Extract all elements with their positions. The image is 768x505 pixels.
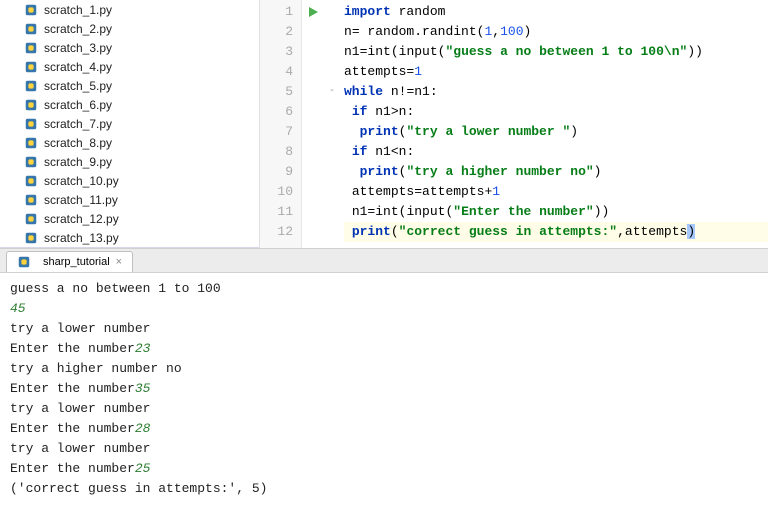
file-item[interactable]: scratch_11.py [0,190,259,209]
code-line[interactable]: import random [344,2,768,22]
console-line: 45 [10,299,758,319]
python-file-icon [24,155,38,169]
code-line[interactable]: print("try a higher number no") [344,162,768,182]
code-line[interactable]: n= random.randint(1,100) [344,22,768,42]
python-file-icon [24,231,38,245]
fold-toggle [324,62,340,82]
file-label: scratch_6.py [44,98,112,112]
file-item[interactable]: scratch_13.py [0,228,259,247]
python-file-icon [24,136,38,150]
console-tab[interactable]: sharp_tutorial × [6,251,133,272]
python-file-icon [24,41,38,55]
code-editor[interactable]: 123456789101112 - import randomn= random… [260,0,768,248]
file-label: scratch_12.py [44,212,119,226]
file-item[interactable]: scratch_2.py [0,19,259,38]
code-line[interactable]: attempts=attempts+1 [344,182,768,202]
console-line: Enter the number35 [10,379,758,399]
close-icon[interactable]: × [116,256,122,268]
fold-gutter[interactable]: - [324,0,340,248]
code-line[interactable]: n1=int(input("guess a no between 1 to 10… [344,42,768,62]
file-label: scratch_9.py [44,155,112,169]
run-gutter[interactable] [302,0,324,248]
console-line: try a lower number [10,439,758,459]
file-item[interactable]: scratch_4.py [0,57,259,76]
console-line: Enter the number25 [10,459,758,479]
python-file-icon [24,98,38,112]
console-line: try a lower number [10,399,758,419]
file-item[interactable]: scratch_1.py [0,0,259,19]
file-label: scratch_4.py [44,60,112,74]
console-line: Enter the number28 [10,419,758,439]
fold-toggle [324,202,340,222]
console-line: try a higher number no [10,359,758,379]
line-number-gutter: 123456789101112 [260,0,302,248]
fold-toggle [324,42,340,62]
file-label: scratch_7.py [44,117,112,131]
file-label: scratch_5.py [44,79,112,93]
python-file-icon [17,255,31,269]
console-line: ('correct guess in attempts:', 5) [10,479,758,499]
run-icon[interactable] [307,6,319,18]
code-line[interactable]: if n1>n: [344,102,768,122]
python-file-icon [24,193,38,207]
fold-toggle [324,102,340,122]
code-line[interactable]: n1=int(input("Enter the number")) [344,202,768,222]
file-item[interactable]: scratch_7.py [0,114,259,133]
fold-toggle [324,222,340,242]
file-label: scratch_13.py [44,231,119,245]
file-label: scratch_1.py [44,3,112,17]
file-item[interactable]: scratch_12.py [0,209,259,228]
console-line: Enter the number23 [10,339,758,359]
console-tab-bar[interactable]: sharp_tutorial × [0,248,768,273]
code-area[interactable]: import randomn= random.randint(1,100)n1=… [340,0,768,248]
code-line[interactable]: print("try a lower number ") [344,122,768,142]
file-item[interactable]: scratch_5.py [0,76,259,95]
file-item[interactable]: scratch_10.py [0,171,259,190]
file-label: scratch_3.py [44,41,112,55]
fold-toggle [324,22,340,42]
python-file-icon [24,212,38,226]
python-file-icon [24,117,38,131]
fold-toggle [324,162,340,182]
fold-toggle[interactable]: - [324,82,340,102]
fold-toggle [324,122,340,142]
project-sidebar[interactable]: scratch_1.py scratch_2.py scratch_3.pyscra… [0,0,260,248]
code-line[interactable]: attempts=1 [344,62,768,82]
console-line: guess a no between 1 to 100 [10,279,758,299]
python-file-icon [24,22,38,36]
file-label: scratch_11.py [44,193,118,207]
file-item[interactable]: scratch_6.py [0,95,259,114]
run-console-output[interactable]: guess a no between 1 to 10045try a lower… [0,273,768,505]
console-tab-label: sharp_tutorial [43,256,110,268]
code-line[interactable]: print("correct guess in attempts:",attem… [344,222,768,242]
file-item[interactable]: scratch_8.py [0,133,259,152]
file-item[interactable]: scratch_3.py [0,38,259,57]
fold-toggle [324,2,340,22]
fold-toggle [324,142,340,162]
python-file-icon [24,79,38,93]
file-item[interactable]: scratch_9.py [0,152,259,171]
file-label: scratch_8.py [44,136,112,150]
python-file-icon [24,60,38,74]
code-line[interactable]: if n1<n: [344,142,768,162]
python-file-icon [24,174,38,188]
code-line[interactable]: while n!=n1: [344,82,768,102]
fold-toggle [324,182,340,202]
console-line: try a lower number [10,319,758,339]
file-label: scratch_10.py [44,174,119,188]
file-label: scratch_2.py [44,22,112,36]
python-file-icon [24,3,38,17]
